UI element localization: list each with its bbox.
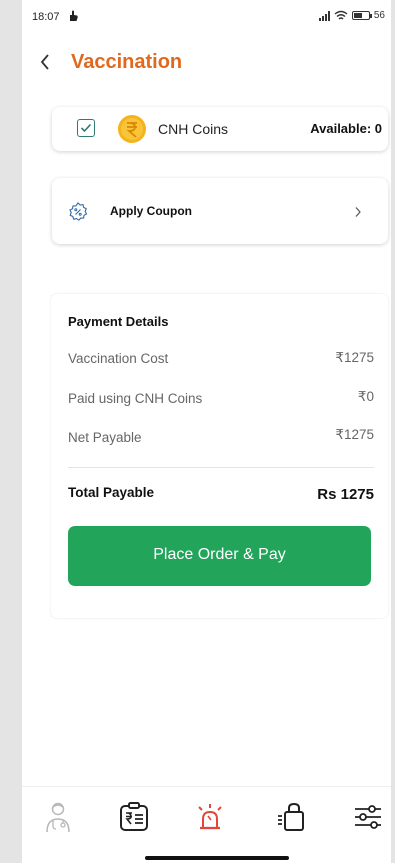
wifi-icon <box>334 10 348 20</box>
net-payable-value: ₹1275 <box>335 427 374 442</box>
coins-card: CNH Coins Available: 0 <box>52 107 388 151</box>
payment-details-card: Payment Details Vaccination Cost ₹1275 P… <box>51 294 388 618</box>
bottom-nav <box>22 786 391 848</box>
page-title: Vaccination <box>71 51 183 73</box>
status-bar: 18:07 56 <box>22 0 391 34</box>
discount-badge-icon <box>69 202 88 221</box>
coins-checkbox[interactable] <box>77 119 95 137</box>
paid-coins-value: ₹0 <box>357 389 374 404</box>
right-margin <box>391 0 395 863</box>
net-payable-label: Net Payable <box>68 430 142 445</box>
apply-coupon-card[interactable]: Apply Coupon <box>52 178 388 244</box>
left-margin <box>0 0 22 863</box>
id-card-icon[interactable] <box>116 799 152 835</box>
home-indicator[interactable] <box>145 856 289 860</box>
place-order-pay-button[interactable]: Place Order & Pay <box>68 526 371 586</box>
shopping-bag-icon[interactable] <box>274 799 310 835</box>
chevron-left-icon[interactable] <box>38 52 52 72</box>
alarm-siren-icon[interactable] <box>192 799 228 835</box>
check-icon <box>80 123 92 133</box>
vaccination-cost-label: Vaccination Cost <box>68 351 169 366</box>
status-time: 18:07 <box>32 11 60 23</box>
coins-available: Available: 0 <box>310 121 382 136</box>
hand-icon <box>70 10 78 21</box>
coins-label: CNH Coins <box>158 121 229 137</box>
total-payable-value: Rs 1275 <box>317 486 374 503</box>
doctor-icon[interactable] <box>40 799 76 835</box>
battery-percent: 56 <box>373 10 385 21</box>
paid-coins-label: Paid using CNH Coins <box>68 391 203 406</box>
settings-sliders-icon[interactable] <box>350 799 386 835</box>
rupee-coin-icon <box>118 115 146 143</box>
signal-icon <box>318 10 330 21</box>
divider <box>68 467 374 468</box>
vaccination-cost-value: ₹1275 <box>335 350 374 365</box>
chevron-right-icon <box>355 207 361 217</box>
battery-icon <box>351 11 372 20</box>
apply-coupon-label: Apply Coupon <box>110 204 192 218</box>
total-payable-label: Total Payable <box>68 485 155 500</box>
status-indicators: 56 <box>318 10 385 21</box>
app-screen: 18:07 56 Vaccination CNH Coins Available… <box>22 0 391 863</box>
payment-details-title: Payment Details <box>68 314 169 329</box>
